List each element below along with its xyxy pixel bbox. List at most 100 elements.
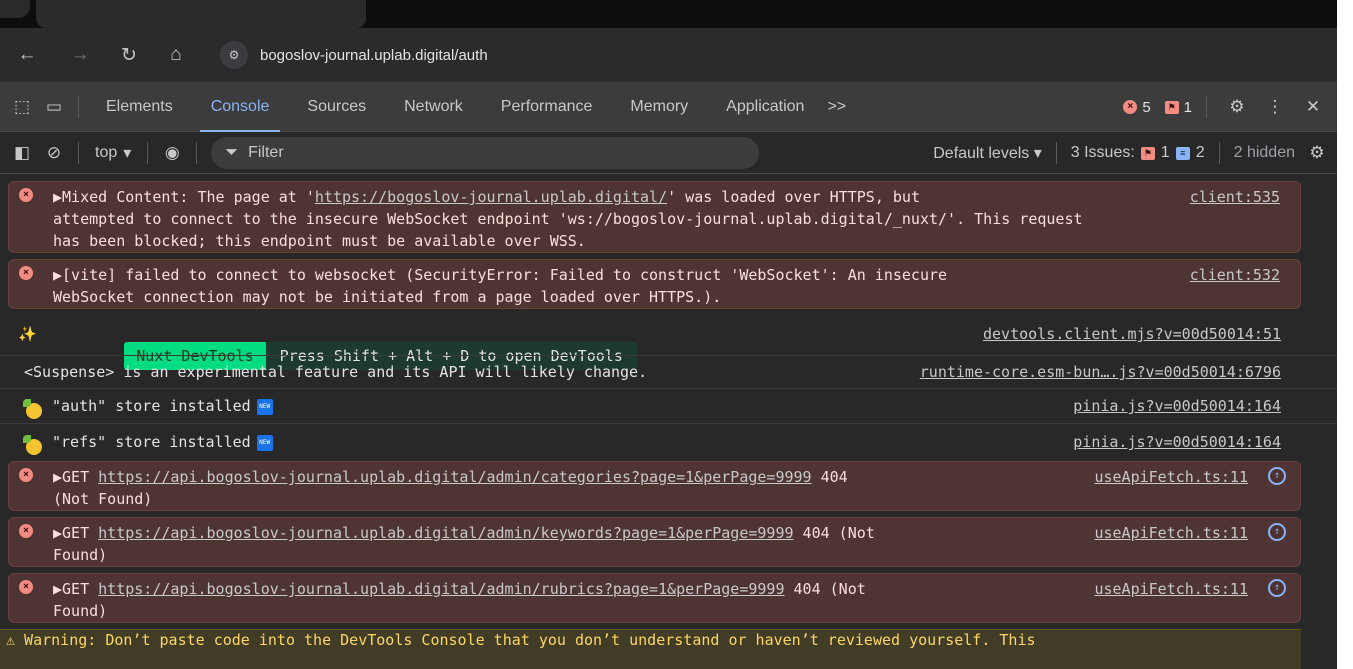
divider (147, 141, 149, 164)
issue-count: 1 (1183, 98, 1192, 116)
browser-tab-active[interactable] (36, 0, 366, 28)
filter-box[interactable]: ⏷ (211, 136, 760, 169)
console-toolbar: ◧ ⊘ top ▾ ◉ ⏷ Default levels ▾ 3 Issues:… (0, 132, 1337, 174)
site-info-icon[interactable]: ⚙ (220, 41, 248, 69)
home-button[interactable]: ⌂ (161, 40, 191, 70)
reload-icon: ↻ (121, 44, 137, 66)
message-text-part: "auth" store installed (52, 397, 251, 415)
source-link[interactable]: runtime-core.esm-bun….js?v=00d50014:6796 (920, 361, 1281, 383)
issue-counter[interactable]: ⚑ 1 (1164, 98, 1192, 116)
clear-console-icon[interactable]: ⊘ (38, 137, 70, 169)
console-log-message[interactable]: <Suspense> is an experimental feature an… (8, 357, 1301, 387)
issues-label[interactable]: 3 Issues: (1071, 144, 1135, 162)
message-link[interactable]: https://api.bogoslov-journal.uplab.digit… (98, 524, 793, 542)
source-link[interactable]: pinia.js?v=00d50014:164 (1073, 395, 1281, 417)
home-icon: ⌂ (170, 44, 182, 65)
message-text-part: "refs" store installed (52, 433, 251, 451)
message-text: ▶GET https://api.bogoslov-journal.uplab.… (53, 522, 1053, 566)
divider (1218, 142, 1220, 164)
context-label: top (95, 143, 118, 161)
omnibox[interactable]: ⚙ bogoslov-journal.uplab.digital/auth (210, 37, 1310, 73)
window-edge (1337, 28, 1353, 82)
console-log-message[interactable]: "auth" store installed NEW pinia.js?v=00d… (8, 391, 1301, 421)
levels-label: Default levels (933, 145, 1030, 162)
browser-tab[interactable] (0, 0, 30, 18)
console-messages: × ▶Mixed Content: The page at 'https://b… (0, 175, 1337, 669)
error-counter[interactable]: × 5 (1123, 99, 1151, 116)
default-levels-dropdown[interactable]: Default levels ▾ (933, 143, 1042, 163)
console-error-message[interactable]: × ▶GET https://api.bogoslov-journal.upla… (8, 517, 1301, 567)
console-error-message[interactable]: × ▶Mixed Content: The page at 'https://b… (8, 181, 1301, 253)
message-text-part: ▶GET (53, 524, 99, 542)
message-text-part: ▶GET (53, 580, 99, 598)
forward-button[interactable]: → (65, 40, 95, 70)
divider (0, 355, 1337, 356)
console-error-message[interactable]: × ▶[vite] failed to connect to websocket… (8, 259, 1301, 309)
divider (1055, 142, 1057, 164)
error-icon: × (19, 188, 33, 202)
tab-elements[interactable]: Elements (87, 82, 192, 132)
error-icon: × (1123, 100, 1138, 114)
message-text: ▶GET https://api.bogoslov-journal.uplab.… (53, 578, 1053, 622)
divider (196, 141, 198, 164)
console-log-message[interactable]: ✨ Nuxt DevTools Press Shift + Alt + D to … (8, 315, 1301, 370)
divider (78, 95, 79, 118)
settings-icon[interactable]: ⚙ (1221, 91, 1253, 123)
url-text[interactable]: bogoslov-journal.uplab.digital/auth (260, 47, 488, 64)
devtools-panel: ⬚ ▭ Elements Console Sources Network Per… (0, 82, 1337, 669)
console-error-message[interactable]: × ▶GET https://api.bogoslov-journal.upla… (8, 573, 1301, 623)
message-text-part: ▶GET (53, 468, 99, 486)
message-link[interactable]: https://api.bogoslov-journal.uplab.digit… (98, 580, 784, 598)
issues-error-count[interactable]: 1 (1161, 144, 1170, 162)
message-link[interactable]: https://bogoslov-journal.uplab.digital/ (315, 188, 667, 206)
filter-input[interactable] (248, 143, 729, 162)
source-link[interactable]: devtools.client.mjs?v=00d50014:51 (983, 323, 1281, 345)
tab-network[interactable]: Network (385, 82, 482, 132)
more-options-icon[interactable]: ⋮ (1259, 91, 1291, 123)
divider (0, 388, 1337, 389)
pineapple-icon (23, 434, 42, 457)
device-toolbar-icon[interactable]: ▭ (38, 91, 70, 123)
console-settings-icon[interactable]: ⚙ (1301, 137, 1333, 169)
source-link[interactable]: pinia.js?v=00d50014:164 (1073, 431, 1281, 453)
issue-icon: ⚑ (1164, 100, 1179, 114)
source-link[interactable]: useApiFetch.ts:11 (1094, 578, 1248, 600)
close-icon[interactable]: ✕ (1297, 91, 1329, 123)
error-icon: × (19, 468, 33, 482)
source-link[interactable]: useApiFetch.ts:11 (1094, 522, 1248, 544)
more-tabs-button[interactable]: >> (823, 82, 850, 132)
divider (0, 423, 1337, 424)
live-expression-eye-icon[interactable]: ◉ (156, 137, 188, 169)
network-request-icon[interactable]: ↑ (1268, 523, 1286, 541)
browser-tab-strip (0, 0, 1353, 28)
reload-button[interactable]: ↻ (114, 40, 144, 70)
context-selector[interactable]: top ▾ (87, 143, 139, 163)
issues-info-count[interactable]: 2 (1196, 144, 1205, 162)
tab-performance[interactable]: Performance (482, 82, 612, 132)
console-log-message[interactable]: "refs" store installed NEW pinia.js?v=00d… (8, 427, 1301, 457)
error-icon: × (19, 524, 33, 538)
console-error-message[interactable]: × ▶GET https://api.bogoslov-journal.upla… (8, 461, 1301, 511)
sidebar-toggle-icon[interactable]: ◧ (6, 137, 38, 169)
tab-console[interactable]: Console (192, 82, 289, 132)
arrow-right-icon: → (70, 44, 90, 65)
source-link[interactable]: client:532 (1190, 264, 1280, 286)
tab-application[interactable]: Application (707, 82, 823, 132)
filter-funnel-icon: ⏷ (225, 143, 239, 161)
network-request-icon[interactable]: ↑ (1268, 467, 1286, 485)
issues-error-icon: ⚑ (1140, 146, 1155, 160)
inspect-element-icon[interactable]: ⬚ (6, 91, 38, 123)
source-link[interactable]: client:535 (1190, 186, 1280, 208)
window-edge (1337, 82, 1353, 669)
error-icon: × (19, 580, 33, 594)
back-button[interactable]: ← (12, 40, 42, 70)
tab-sources[interactable]: Sources (288, 82, 385, 132)
message-link[interactable]: https://api.bogoslov-journal.uplab.digit… (98, 468, 811, 486)
source-link[interactable]: useApiFetch.ts:11 (1094, 466, 1248, 488)
message-text: "refs" store installed NEW (52, 431, 1152, 453)
console-warning-message[interactable]: ⚠ Warning: Don’t paste code into the Dev… (0, 629, 1301, 669)
tab-memory[interactable]: Memory (611, 82, 707, 132)
network-request-icon[interactable]: ↑ (1268, 579, 1286, 597)
message-text: ▶GET https://api.bogoslov-journal.uplab.… (53, 466, 1053, 510)
issues-info-icon: ≡ (1175, 146, 1190, 160)
